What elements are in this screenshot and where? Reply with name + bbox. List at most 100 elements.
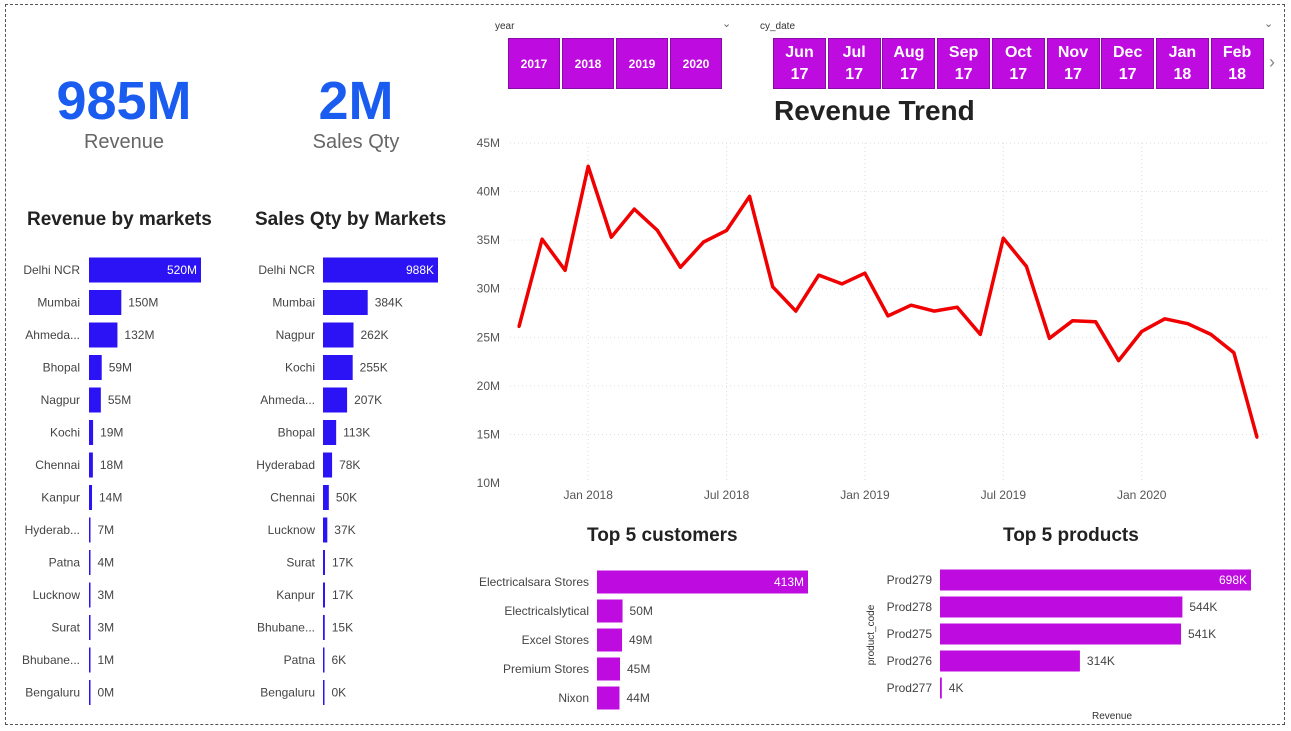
top5-customers-chart: Electricalsara Stores 413M Electricalslyti…	[479, 570, 808, 710]
data-point	[840, 282, 844, 286]
cy-date-year: 18	[1228, 65, 1246, 83]
data-label: 7M	[98, 523, 115, 537]
data-point	[955, 305, 959, 309]
data-label: 59M	[109, 361, 132, 375]
cy-date-slicer-header: cy_date	[760, 21, 796, 32]
category-label: Mumbai	[272, 296, 315, 310]
category-label: Nagpur	[41, 393, 80, 407]
sales-qty-kpi-label: Sales Qty	[312, 131, 400, 153]
year-slicer-item-2020[interactable]: 2020	[670, 38, 722, 89]
x-tick-label: Jan 2020	[1117, 488, 1167, 502]
data-label: 132M	[124, 328, 154, 342]
data-point	[1186, 322, 1190, 326]
data-label: 113K	[343, 426, 370, 440]
revenue-kpi-value: 985M	[56, 71, 192, 131]
category-label: Bengaluru	[25, 686, 80, 700]
chevron-right-icon[interactable]: ›	[1269, 52, 1275, 73]
chevron-down-icon[interactable]: ⌄	[1264, 17, 1273, 30]
bar	[323, 290, 368, 315]
data-label: 19M	[100, 426, 123, 440]
category-label: Nixon	[558, 691, 589, 705]
category-label: Kanpur	[276, 588, 315, 602]
bar	[323, 615, 325, 640]
bar	[323, 452, 333, 478]
y-tick-label: 45M	[477, 136, 500, 150]
data-point	[1209, 332, 1213, 336]
data-label: 207K	[354, 393, 382, 407]
cy-date-month: Dec	[1113, 43, 1143, 61]
bar	[323, 485, 329, 510]
data-point	[748, 194, 752, 198]
x-axis-title: Revenue	[1092, 711, 1132, 722]
cy-date-slicer-item[interactable]: Aug 17	[882, 38, 936, 89]
year-slicer-item-2019[interactable]: 2019	[616, 38, 668, 89]
data-label: 49M	[629, 633, 652, 647]
data-label: 15K	[332, 621, 353, 635]
revenue-trend-title: Revenue Trend	[774, 95, 975, 126]
bar	[89, 615, 91, 640]
cy-date-slicer-item[interactable]: Nov 17	[1046, 38, 1100, 89]
year-slicer-item-2017[interactable]: 2017	[508, 38, 560, 89]
category-label: Hyderabad	[256, 458, 315, 472]
bar	[89, 680, 91, 705]
data-point	[909, 303, 913, 307]
data-label: 262K	[360, 328, 388, 342]
cy-date-slicer-item[interactable]: Dec 17	[1101, 38, 1155, 89]
category-label: Hyderab...	[25, 523, 80, 537]
data-label: 698K	[1219, 573, 1247, 587]
cy-date-slicer-item[interactable]: Sep 17	[937, 38, 991, 89]
sales-qty-by-markets-title: Sales Qty by Markets	[255, 209, 447, 230]
bar	[89, 387, 101, 413]
bar	[597, 628, 623, 652]
data-point	[678, 265, 682, 269]
category-label: Kochi	[285, 361, 315, 375]
data-label: 0M	[98, 686, 115, 700]
y-tick-label: 10M	[477, 476, 500, 490]
data-point	[702, 240, 705, 244]
category-label: Lucknow	[268, 523, 316, 537]
data-label: 544K	[1189, 600, 1217, 614]
x-tick-label: Jul 2018	[704, 488, 750, 502]
year-slicer-item-2018[interactable]: 2018	[562, 38, 614, 89]
data-point	[1163, 317, 1167, 321]
category-label: Bhubane...	[22, 653, 80, 667]
bar	[89, 485, 93, 510]
cy-date-slicer-item[interactable]: Feb 18	[1210, 38, 1264, 89]
top5-customers-title: Top 5 customers	[587, 525, 738, 546]
category-label: Prod276	[887, 654, 933, 668]
data-point	[771, 285, 775, 289]
data-label: 4M	[98, 556, 115, 570]
data-label: 3M	[98, 621, 115, 635]
category-label: Delhi NCR	[258, 263, 315, 277]
y-tick-label: 35M	[477, 233, 500, 247]
x-tick-label: Jan 2019	[840, 488, 890, 502]
cy-date-slicer-item[interactable]: Oct 17	[991, 38, 1045, 89]
bar	[89, 582, 91, 608]
category-label: Lucknow	[33, 588, 81, 602]
category-label: Surat	[51, 621, 80, 635]
data-label: 55M	[108, 393, 131, 407]
bar	[323, 355, 353, 380]
data-point	[794, 309, 798, 313]
data-label: 18M	[100, 458, 123, 472]
data-label: 45M	[627, 662, 650, 676]
category-label: Bengaluru	[260, 686, 315, 700]
data-point	[586, 164, 590, 168]
chevron-down-icon[interactable]: ⌄	[722, 17, 731, 30]
bar	[323, 387, 348, 413]
year-slicer-header: year	[495, 21, 515, 32]
bar	[323, 550, 325, 575]
category-label: Premium Stores	[503, 662, 589, 676]
x-tick-label: Jul 2019	[981, 488, 1027, 502]
cy-date-month: Nov	[1057, 43, 1089, 61]
cy-date-year: 17	[1064, 65, 1082, 83]
data-label: 44M	[626, 691, 649, 705]
category-label: Ahmeda...	[260, 393, 315, 407]
cy-date-slicer-item[interactable]: Jul 17	[827, 38, 881, 89]
data-label: 78K	[339, 458, 360, 472]
cy-date-slicer-item[interactable]: Jan 18	[1155, 38, 1209, 89]
category-label: Chennai	[35, 458, 80, 472]
bar	[323, 647, 325, 673]
cy-date-month: Jul	[842, 43, 866, 61]
cy-date-slicer-item[interactable]: Jun 17	[773, 38, 826, 89]
